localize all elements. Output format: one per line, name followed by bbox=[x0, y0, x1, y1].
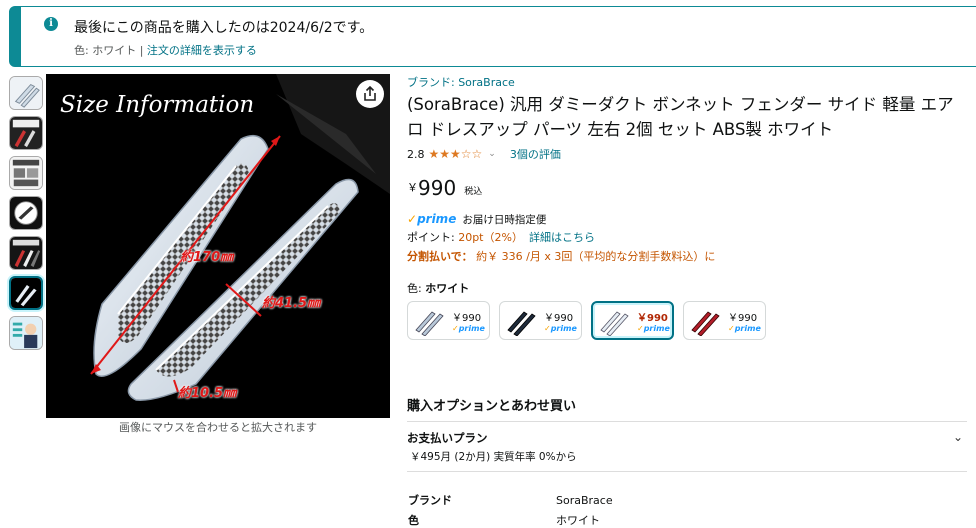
color-swatch-4[interactable]: ￥990 ✓prime bbox=[683, 301, 766, 340]
zoom-hint: 画像にマウスを合わせると拡大されます bbox=[119, 421, 317, 434]
swatch-price: ￥990 bbox=[728, 312, 758, 324]
thumbnail-5[interactable] bbox=[9, 236, 43, 270]
chevron-down-icon[interactable]: ⌄ bbox=[953, 430, 963, 444]
thumbnail-7[interactable] bbox=[9, 316, 43, 350]
swatch-price: ￥990 bbox=[544, 312, 574, 324]
divider bbox=[407, 421, 967, 422]
prime-badge-icon: ✓prime bbox=[452, 323, 485, 333]
purchase-notice-sub: 色: ホワイト | 注文の詳細を表示する bbox=[74, 42, 257, 58]
points-label: ポイント: bbox=[407, 231, 459, 244]
brand-link[interactable]: ブランド: SoraBrace bbox=[407, 74, 976, 90]
purchase-options-heading: 購入オプションとあわせ買い bbox=[407, 399, 577, 414]
points-details-link[interactable]: 詳細はこちら bbox=[529, 231, 595, 244]
swatch-image bbox=[507, 310, 536, 336]
price: 990 bbox=[418, 176, 457, 200]
swatch-image bbox=[415, 310, 444, 336]
thumbnail-2[interactable] bbox=[9, 116, 43, 150]
installment-row[interactable]: 分割払いで： 約￥ 336 /月 x 3回（平均的な分割手数料込）に bbox=[407, 248, 976, 263]
share-icon bbox=[364, 86, 376, 101]
main-product-image[interactable]: Size Information 約170㎜ 約41.5㎜ 約10.5㎜ bbox=[46, 74, 390, 418]
swatch-price: ￥990 bbox=[452, 312, 482, 324]
prime-logo-icon: ✓prime bbox=[407, 212, 457, 226]
thumbnail-6[interactable] bbox=[9, 276, 43, 310]
rating-count-link[interactable]: 3個の評価 bbox=[510, 146, 561, 162]
color-swatches: ￥990 ✓prime ￥990 ✓prime ￥990 ✓prime ￥990 ✓pr… bbox=[407, 301, 976, 340]
color-label: 色: ホワイト bbox=[407, 282, 470, 295]
rating-value: 2.8 bbox=[407, 147, 425, 161]
prime-badge-icon: ✓prime bbox=[637, 323, 670, 333]
purchase-notice-title: 最後にこの商品を購入したのは2024/6/2です。 bbox=[74, 20, 374, 36]
spec-row-color: 色 ホワイト bbox=[408, 512, 600, 528]
size-info-heading: Size Information bbox=[60, 92, 255, 118]
payment-plan-title[interactable]: お支払いプラン bbox=[407, 430, 488, 446]
product-info: ブランド: SoraBrace (SoraBrace) 汎用 ダミーダクト ボン… bbox=[407, 74, 976, 340]
thumbnail-4[interactable] bbox=[9, 196, 43, 230]
spec-value: SoraBrace bbox=[556, 494, 613, 507]
points-value: 20pt（2%） bbox=[458, 231, 523, 244]
spec-value: ホワイト bbox=[556, 514, 600, 527]
share-button[interactable] bbox=[356, 80, 384, 108]
thumbnail-1[interactable] bbox=[9, 76, 43, 110]
prime-delivery-row: ✓prime お届け日時指定便 bbox=[407, 212, 976, 226]
prime-badge-icon: ✓prime bbox=[728, 323, 761, 333]
prime-badge-icon: ✓prime bbox=[544, 323, 577, 333]
swatch-price: ￥990 bbox=[637, 312, 668, 324]
dimension-height: 約10.5㎜ bbox=[178, 386, 237, 401]
star-rating-icon[interactable]: ★★★☆☆ bbox=[429, 147, 483, 161]
divider bbox=[407, 471, 967, 472]
order-details-link[interactable]: 注文の詳細を表示する bbox=[147, 44, 257, 57]
delivery-text: お届け日時指定便 bbox=[462, 213, 547, 226]
color-swatch-3[interactable]: ￥990 ✓prime bbox=[591, 301, 674, 340]
thumbnail-3[interactable] bbox=[9, 156, 43, 190]
swatch-image bbox=[691, 310, 720, 336]
color-swatch-2[interactable]: ￥990 ✓prime bbox=[499, 301, 582, 340]
purchase-notice: i 最後にこの商品を購入したのは2024/6/2です。 色: ホワイト | 注文… bbox=[9, 6, 976, 67]
price-symbol: ￥ bbox=[407, 181, 418, 194]
notice-color: 色: ホワイト | bbox=[74, 44, 147, 57]
info-icon: i bbox=[44, 17, 58, 31]
chevron-down-icon[interactable]: ⌄ bbox=[488, 149, 496, 159]
installment-text: 約￥ 336 /月 x 3回（平均的な分割手数料込）に bbox=[472, 250, 716, 263]
dimension-width: 約41.5㎜ bbox=[262, 296, 321, 311]
installment-label: 分割払いで： bbox=[407, 250, 473, 263]
payment-plan-sub: ￥495月 (2か月) 実質年率 0%から bbox=[410, 451, 577, 463]
dimension-length: 約170㎜ bbox=[180, 250, 234, 265]
points-row: ポイント: 20pt（2%） 詳細はこちら bbox=[407, 229, 976, 244]
rating-row: 2.8 ★★★☆☆ ⌄ 3個の評価 bbox=[407, 146, 976, 162]
price-row: ￥ 990 税込 bbox=[407, 176, 976, 206]
tax-label: 税込 bbox=[464, 187, 483, 197]
spec-row-brand: ブランド SoraBrace bbox=[408, 492, 613, 508]
swatch-image bbox=[600, 310, 629, 336]
product-title: (SoraBrace) 汎用 ダミーダクト ボンネット フェンダー サイド 軽量… bbox=[407, 95, 954, 139]
color-swatch-1[interactable]: ￥990 ✓prime bbox=[407, 301, 490, 340]
spec-key: ブランド bbox=[408, 494, 452, 507]
spec-key: 色 bbox=[408, 514, 419, 527]
thumbnail-list bbox=[9, 76, 45, 356]
selected-color: ホワイト bbox=[425, 282, 470, 295]
